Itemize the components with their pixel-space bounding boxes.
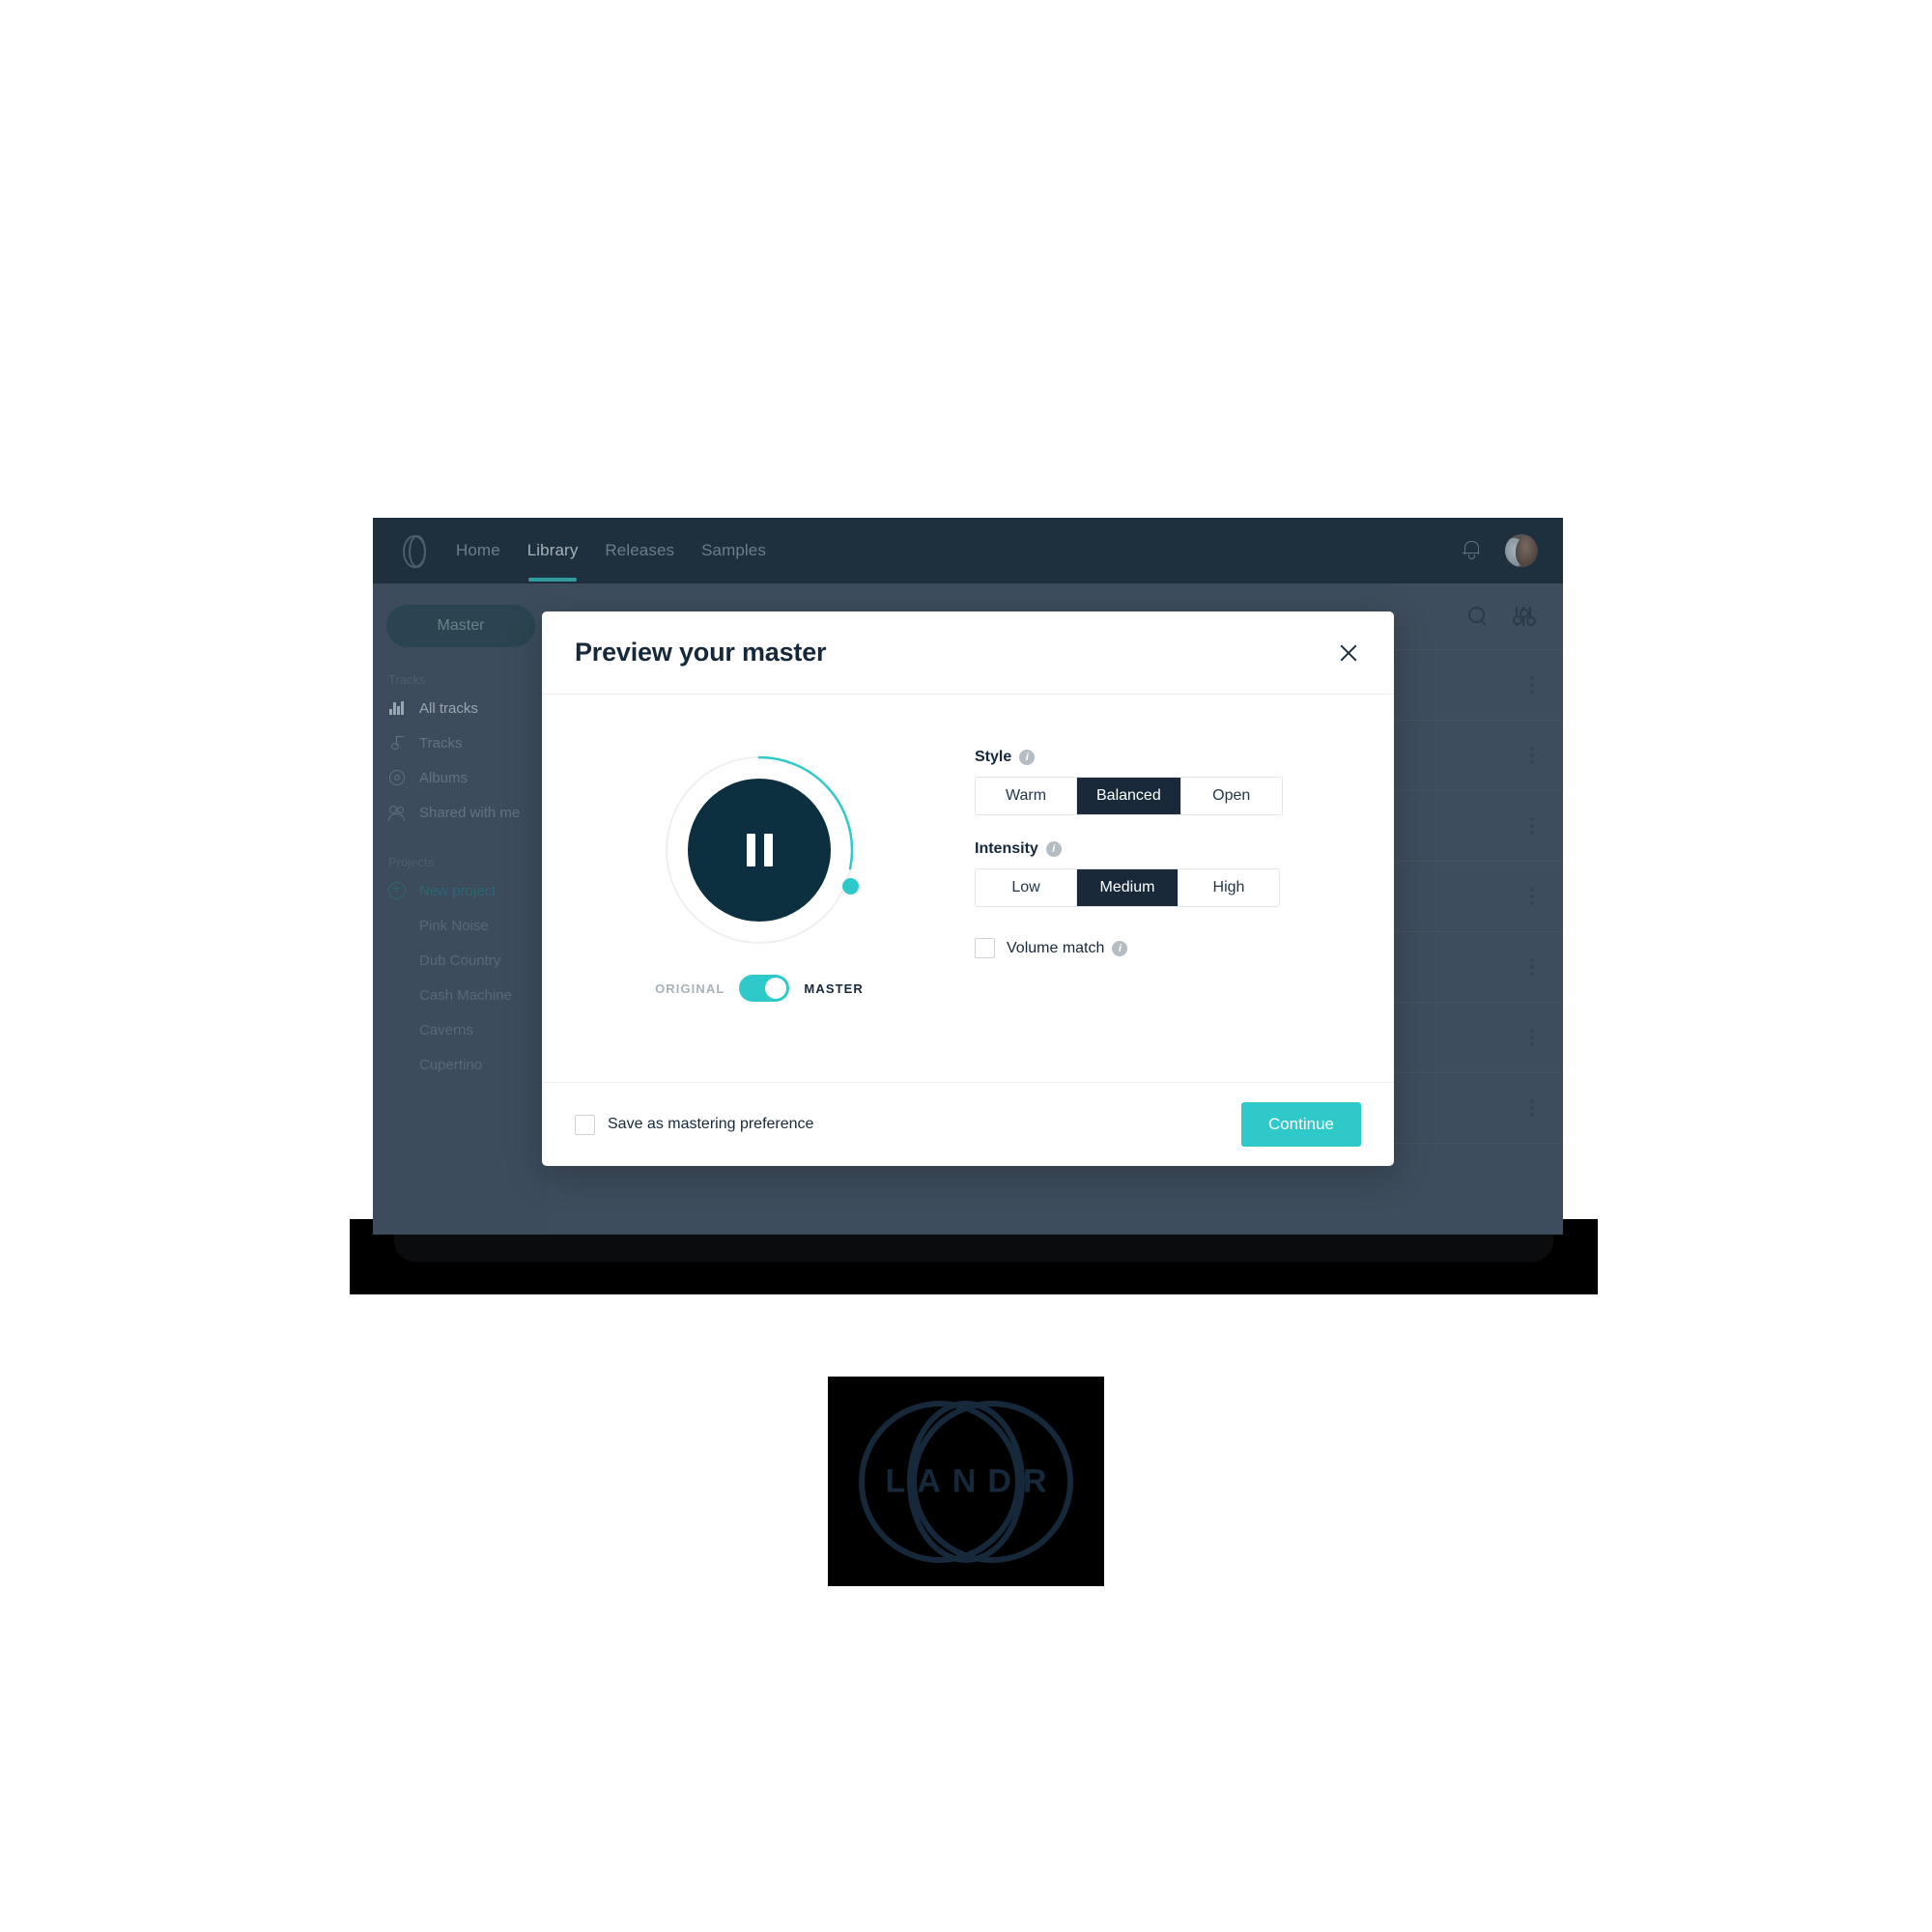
original-master-switch[interactable] <box>739 975 790 1002</box>
save-preference-checkbox[interactable] <box>575 1114 595 1135</box>
landr-logo-block: LANDR <box>828 1377 1104 1586</box>
landr-logo-mark: LANDR <box>859 1400 1073 1563</box>
nav-links: Home Library Releases Samples <box>456 520 766 582</box>
info-icon[interactable]: i <box>1112 940 1128 956</box>
volume-match-row: Volume match i <box>975 938 1361 958</box>
sidebar-item-albums[interactable]: Albums <box>373 760 549 795</box>
search-icon[interactable] <box>1468 607 1488 626</box>
style-option-balanced[interactable]: Balanced <box>1077 778 1181 814</box>
filter-sliders-icon[interactable] <box>1513 607 1536 626</box>
intensity-label: Intensity <box>975 840 1038 857</box>
sidebar-project-item[interactable]: Pink Noise <box>373 908 549 943</box>
toggle-label-master: MASTER <box>804 980 864 996</box>
nav-right-actions <box>1463 534 1538 567</box>
row-menu-icon[interactable] <box>1530 957 1534 977</box>
row-menu-icon[interactable] <box>1530 1028 1534 1047</box>
sidebar-item-all-tracks[interactable]: All tracks <box>373 691 549 725</box>
landr-logo-icon[interactable] <box>398 534 431 568</box>
intensity-label-row: Intensity i <box>975 840 1361 858</box>
disc-icon <box>388 769 406 786</box>
bar-chart-icon <box>388 699 406 717</box>
sidebar: Master Tracks All tracks Tracks Albums S… <box>373 583 549 1235</box>
intensity-option-medium[interactable]: Medium <box>1077 869 1179 906</box>
sidebar-item-label: Tracks <box>419 734 463 752</box>
style-label-row: Style i <box>975 749 1361 766</box>
master-button[interactable]: Master <box>386 605 535 647</box>
plus-circle-icon <box>388 879 406 899</box>
style-label: Style <box>975 749 1012 765</box>
user-avatar[interactable] <box>1505 534 1538 567</box>
player-column: ORIGINAL MASTER <box>575 737 944 1082</box>
sidebar-project-item[interactable]: Cash Machine <box>373 978 549 1012</box>
sidebar-project-item[interactable]: Dub Country <box>373 943 549 978</box>
sidebar-heading-tracks: Tracks <box>388 672 426 687</box>
save-preference-label: Save as mastering preference <box>608 1116 814 1132</box>
style-option-open[interactable]: Open <box>1180 778 1282 814</box>
intensity-option-high[interactable]: High <box>1179 869 1279 906</box>
preview-master-modal: Preview your master ORIGINAL MASTER Styl… <box>542 611 1394 1166</box>
row-menu-icon[interactable] <box>1530 746 1534 765</box>
progress-knob[interactable] <box>842 878 859 895</box>
options-column: Style i Warm Balanced Open Intensity i L… <box>944 737 1361 1082</box>
nav-link-home[interactable]: Home <box>456 520 500 582</box>
info-icon[interactable]: i <box>1019 750 1036 765</box>
modal-footer: Save as mastering preference Continue <box>542 1082 1394 1166</box>
sidebar-project-item[interactable]: Caverns <box>373 1012 549 1047</box>
toggle-label-original: ORIGINAL <box>655 980 725 996</box>
nav-link-samples[interactable]: Samples <box>701 520 766 582</box>
music-note-icon <box>388 734 406 752</box>
sidebar-heading-projects: Projects <box>388 855 434 869</box>
sidebar-item-label: All tracks <box>419 699 478 717</box>
intensity-segmented-control: Low Medium High <box>975 868 1280 907</box>
original-master-toggle-row: ORIGINAL MASTER <box>655 975 864 1002</box>
people-icon <box>388 804 406 821</box>
style-segmented-control: Warm Balanced Open <box>975 777 1283 815</box>
logo-wordmark: LANDR <box>885 1463 1059 1499</box>
nav-link-releases[interactable]: Releases <box>605 520 674 582</box>
sidebar-item-label: Albums <box>419 769 469 786</box>
row-menu-icon[interactable] <box>1530 675 1534 695</box>
modal-header: Preview your master <box>542 611 1394 695</box>
continue-button[interactable]: Continue <box>1240 1102 1361 1147</box>
row-menu-icon[interactable] <box>1530 887 1534 906</box>
volume-match-text: Volume match i <box>1007 939 1128 957</box>
sidebar-item-shared-with-me[interactable]: Shared with me <box>373 795 549 830</box>
volume-match-checkbox[interactable] <box>975 938 995 958</box>
sidebar-item-new-project[interactable]: New project <box>373 873 549 908</box>
sidebar-item-tracks[interactable]: Tracks <box>373 725 549 760</box>
sidebar-project-item[interactable]: Cupertino <box>373 1047 549 1082</box>
top-navbar: Home Library Releases Samples <box>373 518 1563 583</box>
pause-icon[interactable] <box>688 779 831 922</box>
audio-player <box>666 756 859 944</box>
intensity-option-low[interactable]: Low <box>976 869 1077 906</box>
modal-body: ORIGINAL MASTER Style i Warm Balanced Op… <box>542 695 1394 1082</box>
sidebar-item-label: Shared with me <box>419 804 521 821</box>
row-menu-icon[interactable] <box>1530 1098 1534 1118</box>
sidebar-item-label: New project <box>419 882 497 899</box>
close-icon[interactable] <box>1336 640 1361 666</box>
info-icon[interactable]: i <box>1045 841 1062 857</box>
volume-match-label: Volume match <box>1007 939 1105 956</box>
row-menu-icon[interactable] <box>1530 816 1534 836</box>
style-option-warm[interactable]: Warm <box>976 778 1077 814</box>
notification-bell-icon[interactable] <box>1463 539 1482 562</box>
nav-link-library[interactable]: Library <box>527 520 579 582</box>
page-title: Preview your master <box>575 638 827 667</box>
